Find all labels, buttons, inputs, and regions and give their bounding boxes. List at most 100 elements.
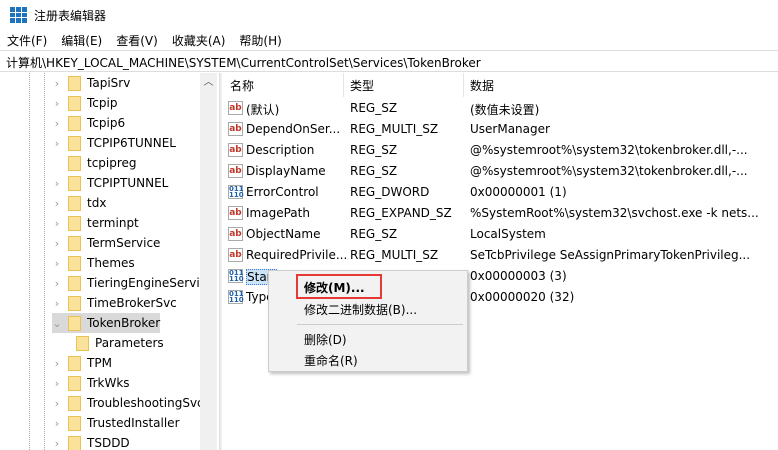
expand-chevron-icon[interactable]: › xyxy=(52,277,62,290)
folder-icon xyxy=(76,335,89,351)
tree-node[interactable]: ⌄ TokenBroker xyxy=(52,313,161,333)
address-bar[interactable]: 计算机\HKEY_LOCAL_MACHINE\SYSTEM\CurrentCon… xyxy=(0,50,778,72)
value-data: SeTcbPrivilege SeAssignPrimaryTokenPrivi… xyxy=(470,248,751,262)
expand-chevron-icon[interactable]: › xyxy=(52,97,62,110)
expand-chevron-icon[interactable]: › xyxy=(52,237,62,250)
value-type: REG_DWORD xyxy=(350,185,430,199)
tree-node-label: TroubleshootingSvc xyxy=(87,396,204,410)
folder-icon xyxy=(68,175,81,191)
tree-node[interactable]: › Tcpip xyxy=(52,93,117,113)
expand-chevron-icon[interactable]: › xyxy=(52,117,62,130)
folder-icon xyxy=(68,375,81,391)
expand-chevron-icon[interactable]: › xyxy=(52,77,62,90)
expand-chevron-icon[interactable]: › xyxy=(52,397,62,410)
folder-icon xyxy=(68,95,81,111)
tree-node[interactable]: › TCPIPTUNNEL xyxy=(52,173,168,193)
menu-edit[interactable]: 编辑(E) xyxy=(54,32,109,49)
menu-bar: 文件(F) 编辑(E) 查看(V) 收藏夹(A) 帮助(H) xyxy=(0,30,289,50)
menu-item-rename[interactable]: 重命名(R) xyxy=(304,352,358,369)
folder-icon xyxy=(68,215,81,231)
column-data[interactable]: 数据 xyxy=(470,73,494,97)
value-type: REG_SZ xyxy=(350,227,398,241)
expand-chevron-icon[interactable]: › xyxy=(52,197,62,210)
value-type: REG_SZ xyxy=(350,143,398,157)
tree-node[interactable]: › TCPIP6TUNNEL xyxy=(52,133,176,153)
value-type: REG_SZ xyxy=(350,164,398,178)
value-name: Description xyxy=(246,143,315,157)
tree-node[interactable]: › TrustedInstaller xyxy=(52,413,180,433)
value-name: DisplayName xyxy=(246,164,326,178)
expand-chevron-icon[interactable]: › xyxy=(52,357,62,370)
value-data: (数值未设置) xyxy=(470,103,540,117)
column-name[interactable]: 名称 xyxy=(230,73,254,97)
tree-node-label: Tcpip6 xyxy=(87,116,126,130)
regedit-icon xyxy=(10,7,27,23)
tree-node[interactable]: › Themes xyxy=(52,253,135,273)
value-row[interactable]: 011 110 ErrorControl REG_DWORD 0x00000001 (1… xyxy=(222,182,778,203)
menu-favorites[interactable]: 收藏夹(A) xyxy=(165,32,233,49)
menu-view[interactable]: 查看(V) xyxy=(109,32,165,49)
value-name: ImagePath xyxy=(246,206,310,220)
expand-chevron-icon[interactable]: ⌄ xyxy=(52,317,62,330)
string-value-icon: ab xyxy=(228,143,243,157)
binary-value-icon: 011 110 xyxy=(228,290,244,304)
scroll-up-icon[interactable]: ︿ xyxy=(200,73,217,88)
tree-node-label: TCPIP6TUNNEL xyxy=(87,136,176,150)
value-row[interactable]: ab DependOnSer... REG_MULTI_SZ UserManager xyxy=(222,119,778,140)
tree-node[interactable]: › TieringEngineService xyxy=(52,273,214,293)
value-name: (默认) xyxy=(246,103,280,117)
tree-node[interactable]: › TSDDD xyxy=(52,433,130,450)
tree-scrollbar[interactable]: ︿ xyxy=(200,73,217,450)
expand-chevron-icon[interactable]: › xyxy=(52,177,62,190)
folder-icon xyxy=(68,255,81,271)
tree-node[interactable]: › TapiSrv xyxy=(52,73,130,93)
window-title: 注册表编辑器 xyxy=(34,8,107,23)
tree-node[interactable]: › terminpt xyxy=(52,213,139,233)
expand-chevron-icon[interactable]: › xyxy=(52,137,62,150)
tree-node[interactable]: › Tcpip6 xyxy=(52,113,125,133)
folder-icon xyxy=(68,275,81,291)
expand-chevron-icon[interactable]: › xyxy=(52,257,62,270)
expand-chevron-icon[interactable]: › xyxy=(52,417,62,430)
value-row[interactable]: ab Description REG_SZ @%systemroot%\system3… xyxy=(222,140,778,161)
tree-node[interactable]: Parameters xyxy=(76,333,164,353)
string-value-icon: ab xyxy=(228,248,243,262)
value-row[interactable]: ab ImagePath REG_EXPAND_SZ %SystemRoot%\sys… xyxy=(222,203,778,224)
value-row[interactable]: ab RequiredPrivile... REG_MULTI_SZ SeTcbPri… xyxy=(222,245,778,266)
expand-chevron-icon[interactable]: › xyxy=(52,377,62,390)
expand-chevron-icon[interactable]: › xyxy=(52,437,62,450)
menu-item-modify-binary[interactable]: 修改二进制数据(B)... xyxy=(304,301,417,318)
expand-chevron-icon[interactable]: › xyxy=(52,217,62,230)
tree-node-label: TCPIPTUNNEL xyxy=(87,176,169,190)
menu-item-delete[interactable]: 删除(D) xyxy=(304,331,347,348)
values-list: 名称 类型 数据 ab (默认) REG_SZ (数值未设置) ab DependOnSe… xyxy=(222,73,778,450)
folder-icon xyxy=(68,395,81,411)
value-data: LocalSystem xyxy=(470,227,546,241)
value-row[interactable]: ab ObjectName REG_SZ LocalSystem xyxy=(222,224,778,245)
binary-value-icon: 011 110 xyxy=(228,269,244,283)
menu-file[interactable]: 文件(F) xyxy=(0,32,54,49)
tree-node-label: TimeBrokerSvc xyxy=(87,296,177,310)
tree-node-label: TieringEngineService xyxy=(87,276,214,290)
value-type: REG_MULTI_SZ xyxy=(350,122,439,136)
tree-node[interactable]: › TroubleshootingSvc xyxy=(52,393,204,413)
folder-icon xyxy=(68,235,81,251)
folder-icon xyxy=(68,115,81,131)
tree-node[interactable]: › tdx xyxy=(52,193,106,213)
menu-help[interactable]: 帮助(H) xyxy=(232,32,288,49)
tree-node[interactable]: tcpipreg xyxy=(52,153,137,173)
value-row[interactable]: ab DisplayName REG_SZ @%systemroot%\system3… xyxy=(222,161,778,182)
tree-node[interactable]: › TrkWks xyxy=(52,373,130,393)
folder-icon xyxy=(68,155,81,171)
folder-icon xyxy=(68,355,81,371)
value-row[interactable]: ab (默认) REG_SZ (数值未设置) xyxy=(222,98,778,119)
tree-node[interactable]: › TimeBrokerSvc xyxy=(52,293,177,313)
expand-chevron-icon[interactable]: › xyxy=(52,297,62,310)
folder-icon xyxy=(68,435,81,450)
menu-item-modify[interactable]: 修改(M)... xyxy=(304,279,365,296)
string-value-icon: ab xyxy=(228,206,243,220)
column-type[interactable]: 类型 xyxy=(350,73,374,97)
tree-node[interactable]: › TPM xyxy=(52,353,112,373)
tree-node-label: tcpipreg xyxy=(87,156,137,170)
tree-node[interactable]: › TermService xyxy=(52,233,160,253)
